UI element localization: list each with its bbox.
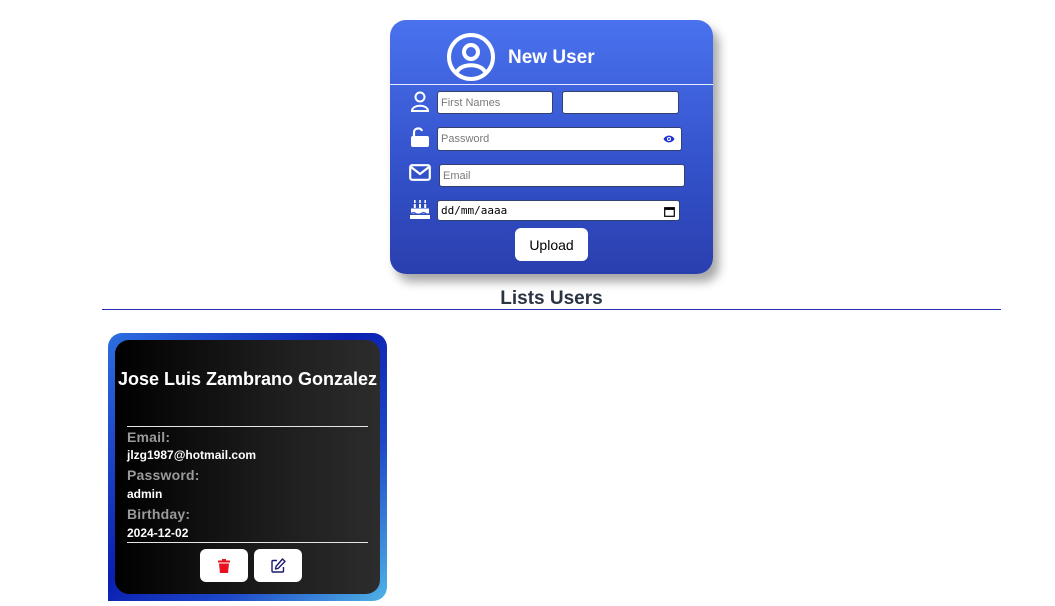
list-title: Lists Users [500, 288, 603, 309]
password-input[interactable]: Password [437, 127, 682, 151]
form-title: New User [508, 47, 595, 68]
edit-button[interactable] [254, 549, 302, 582]
calendar-icon[interactable] [664, 206, 675, 217]
birthday-cake-icon [410, 200, 430, 219]
unlock-icon [411, 127, 429, 147]
password-value: admin [127, 487, 163, 501]
user-circle-icon [447, 33, 495, 81]
last-names-input[interactable] [562, 91, 679, 114]
first-names-input[interactable]: First Names [437, 91, 553, 114]
new-user-form: New User First Names Password Email dd/m… [390, 20, 713, 274]
user-name: Jose Luis Zambrano Gonzalez [117, 369, 378, 389]
birthday-value: 2024-12-02 [127, 526, 189, 540]
birthday-date-input[interactable]: dd/mm/aaaa [437, 200, 680, 221]
envelope-icon [409, 164, 431, 181]
card-divider-top [127, 426, 368, 427]
upload-button[interactable]: Upload [515, 228, 588, 261]
email-label: Email: [127, 429, 171, 445]
trash-icon [218, 558, 230, 573]
form-header: New User [390, 20, 713, 85]
delete-button[interactable] [200, 549, 248, 582]
password-label: Password: [127, 467, 200, 483]
user-icon [410, 91, 430, 112]
email-value: jlzg1987@hotmail.com [127, 448, 257, 462]
user-card-body: Jose Luis Zambrano Gonzalez Email: jlzg1… [115, 340, 380, 594]
edit-icon [270, 558, 286, 573]
list-divider [102, 309, 1001, 310]
user-card: Jose Luis Zambrano Gonzalez Email: jlzg1… [108, 333, 387, 601]
eye-icon[interactable] [663, 134, 675, 144]
card-divider-bottom [127, 542, 368, 543]
birthday-label: Birthday: [127, 506, 191, 522]
email-input[interactable]: Email [439, 164, 685, 187]
